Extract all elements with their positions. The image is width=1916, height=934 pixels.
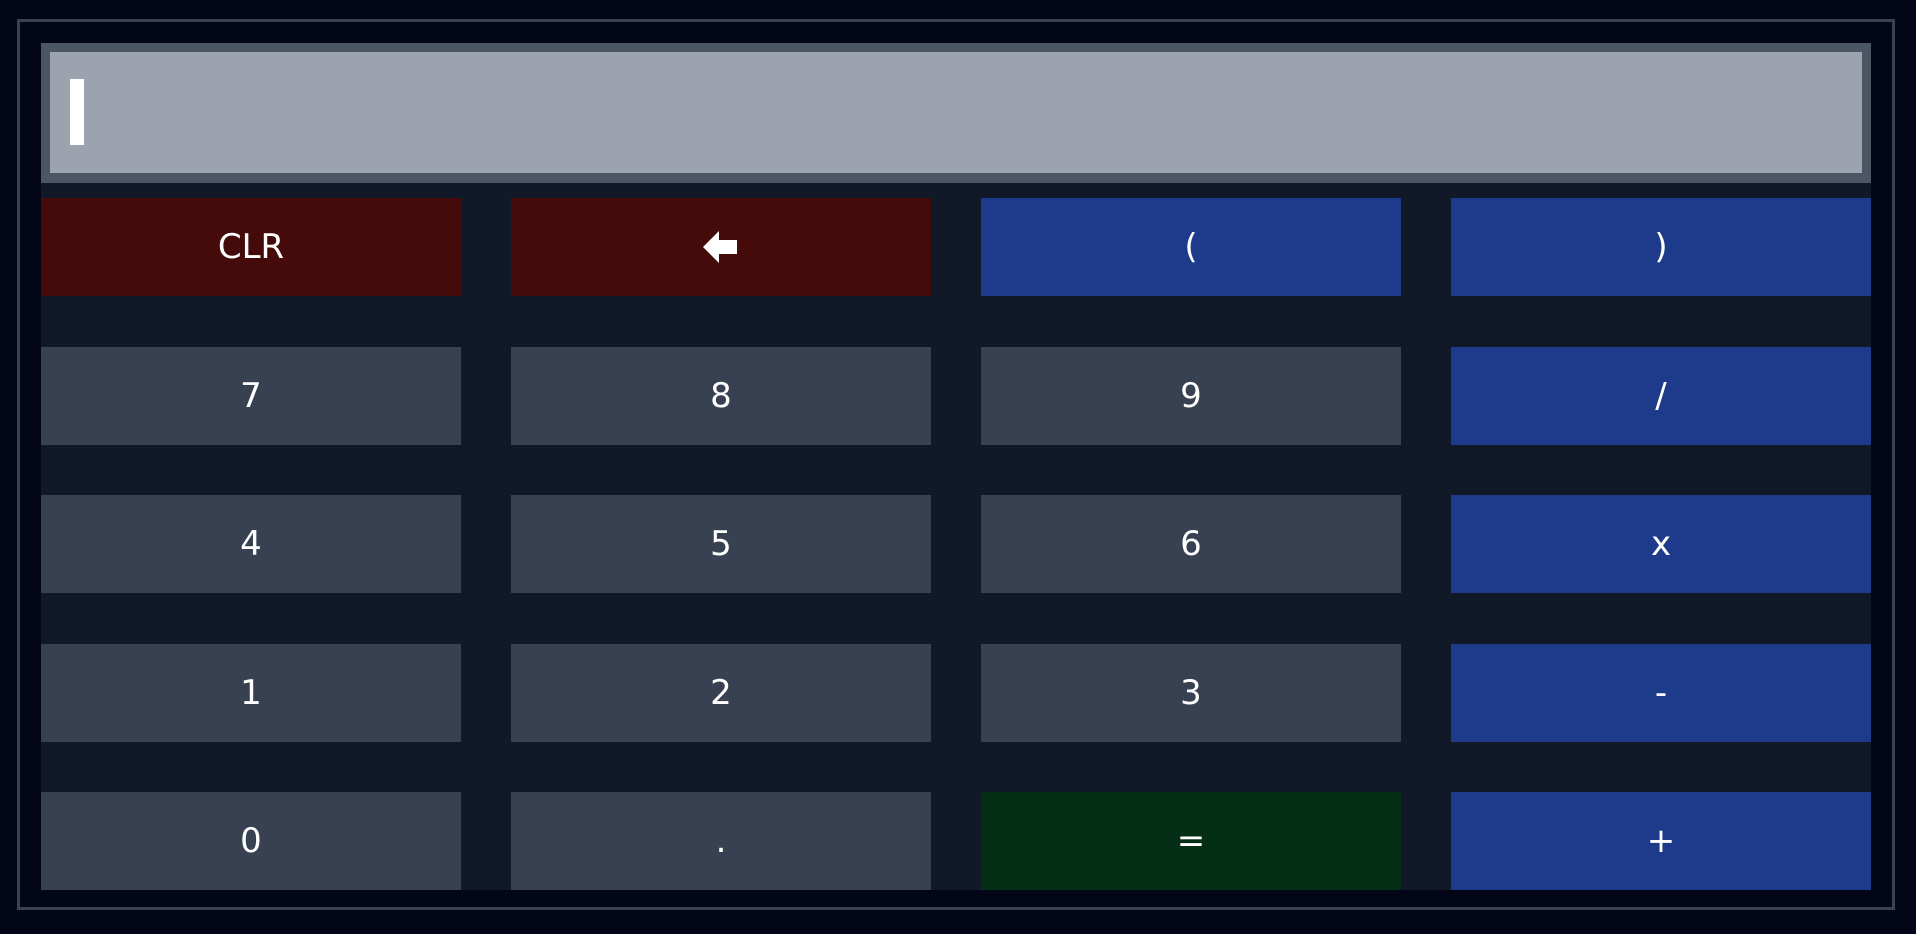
equals-button[interactable]: =	[981, 792, 1401, 890]
display-border	[41, 43, 1871, 183]
multiply-button[interactable]: x	[1451, 495, 1871, 593]
calculator-app: CLR ( ) 7 8 9 / 4 5 6 x 1 2 3 - 0 . = +	[41, 43, 1871, 890]
open-paren-button[interactable]: (	[981, 198, 1401, 296]
clear-button[interactable]: CLR	[41, 198, 461, 296]
keypad: CLR ( ) 7 8 9 / 4 5 6 x 1 2 3 - 0 . = +	[41, 198, 1871, 890]
text-cursor	[70, 79, 84, 145]
digit-7-button[interactable]: 7	[41, 346, 461, 445]
digit-6-button[interactable]: 6	[981, 495, 1401, 593]
backspace-button[interactable]	[511, 198, 931, 296]
plus-button[interactable]: +	[1451, 792, 1871, 890]
digit-8-button[interactable]: 8	[511, 346, 931, 445]
calculator-display[interactable]	[50, 52, 1862, 173]
close-paren-button[interactable]: )	[1451, 198, 1871, 296]
digit-3-button[interactable]: 3	[981, 643, 1401, 742]
digit-1-button[interactable]: 1	[41, 643, 461, 742]
digit-5-button[interactable]: 5	[511, 495, 931, 593]
digit-0-button[interactable]: 0	[41, 792, 461, 890]
minus-button[interactable]: -	[1451, 643, 1871, 742]
divide-button[interactable]: /	[1451, 346, 1871, 445]
backspace-arrow-icon	[703, 231, 737, 263]
digit-4-button[interactable]: 4	[41, 495, 461, 593]
digit-9-button[interactable]: 9	[981, 346, 1401, 445]
decimal-point-button[interactable]: .	[511, 792, 931, 890]
digit-2-button[interactable]: 2	[511, 643, 931, 742]
